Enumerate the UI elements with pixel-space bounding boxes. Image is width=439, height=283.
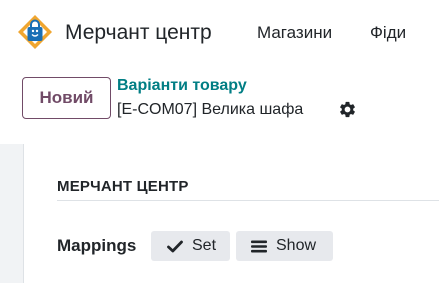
- mappings-label: Mappings: [57, 236, 137, 255]
- form-sheet: МЕРЧАНТ ЦЕНТР Mappings Set Show: [23, 144, 439, 283]
- new-button[interactable]: Новий: [22, 77, 111, 119]
- gear-icon[interactable]: [338, 100, 357, 119]
- breadcrumb-current-record: [E-COM07] Велика шафа: [117, 101, 304, 118]
- menu-item-shops[interactable]: Магазини: [257, 22, 332, 44]
- control-panel: Новий Варіанти товару [E-COM07] Велика ш…: [0, 64, 439, 144]
- breadcrumb-parent-link[interactable]: Варіанти товару: [117, 76, 247, 96]
- set-button-label: Set: [192, 237, 217, 254]
- bars-icon: [251, 240, 267, 252]
- section-title: МЕРЧАНТ ЦЕНТР: [57, 178, 189, 195]
- form-view-background: МЕРЧАНТ ЦЕНТР Mappings Set Show: [0, 144, 439, 283]
- menu-item-feeds[interactable]: Фіди: [370, 22, 406, 44]
- app-title[interactable]: Мерчант центр: [65, 19, 212, 47]
- show-button-label: Show: [276, 237, 317, 254]
- merchant-center-logo-icon[interactable]: [17, 14, 53, 50]
- show-mappings-button[interactable]: Show: [236, 231, 333, 261]
- check-icon: [167, 240, 183, 252]
- section-divider: [57, 200, 439, 201]
- set-mappings-button[interactable]: Set: [151, 231, 230, 261]
- top-navbar: Мерчант центр Магазини Фіди: [0, 0, 439, 64]
